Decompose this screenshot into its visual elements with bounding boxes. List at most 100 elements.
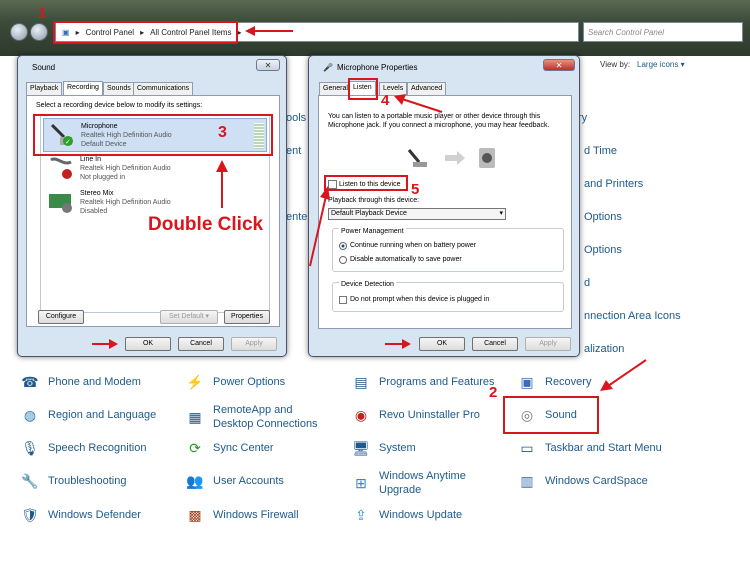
set-default-button[interactable]: Set Default ▾ — [160, 310, 218, 324]
cp-item-taskbar[interactable]: ▭ Taskbar and Start Menu — [517, 435, 661, 461]
cp-item-system[interactable]: 🖥 System — [351, 435, 416, 461]
configure-button[interactable]: Configure — [38, 310, 84, 324]
cp-item-anytime-upgrade[interactable]: ⊞ Windows Anytime Upgrade — [351, 468, 479, 498]
cp-item-recovery[interactable]: ▣ Recovery — [517, 369, 591, 395]
cp-item-remoteapp[interactable]: ▦ RemoteApp and Desktop Connections — [185, 402, 333, 432]
annotation-arrow-checkbox — [309, 186, 330, 267]
viewby-select[interactable]: Large icons ▾ — [637, 60, 685, 69]
side-fragment[interactable]: ent — [286, 145, 301, 157]
annotation-number-4: 4 — [381, 92, 390, 109]
update-icon: ⇪ — [355, 506, 367, 523]
listen-panel: You can listen to a portable music playe… — [318, 95, 572, 329]
back-button[interactable] — [10, 23, 28, 41]
close-button[interactable]: ✕ — [256, 59, 280, 71]
line-in-icon — [50, 157, 72, 179]
annotation-number-1: 1 — [38, 5, 47, 22]
tab-playback[interactable]: Playback — [26, 82, 63, 95]
playback-select[interactable]: Default Playback Device ▾ — [328, 208, 506, 220]
cp-item-windows-defender[interactable]: 🛡 Windows Defender — [20, 502, 141, 528]
forward-button[interactable] — [30, 23, 48, 41]
side-fragment[interactable]: Options — [584, 211, 622, 223]
cp-item-revo-uninstaller[interactable]: ◉ Revo Uninstaller Pro — [351, 402, 480, 428]
firewall-icon: ▩ — [188, 506, 202, 523]
taskbar-icon: ▭ — [520, 439, 534, 456]
annotation-arrow-mic-ok — [385, 339, 411, 349]
annotation-arrow-listen — [394, 94, 443, 113]
annotation-box-address — [53, 21, 238, 44]
windows-logo-icon: ⊞ — [355, 474, 367, 491]
cancel-button[interactable]: Cancel — [472, 337, 518, 351]
annotation-arrow-ok — [92, 339, 118, 349]
cp-item-user-accounts[interactable]: 👥 User Accounts — [185, 468, 284, 494]
tab-general[interactable]: General — [319, 82, 352, 95]
mic-dialog-title: 🎤 Microphone Properties — [323, 62, 418, 72]
tab-communications[interactable]: Communications — [133, 82, 194, 95]
close-button[interactable]: ✕ — [543, 59, 575, 71]
globe-icon: ◍ — [23, 406, 37, 423]
sound-dialog: Sound ✕ Playback Recording Sounds Commun… — [17, 55, 287, 357]
annotation-arrow-up — [216, 160, 228, 208]
mic-properties-dialog: 🎤 Microphone Properties ✕ General Listen … — [308, 55, 580, 357]
ok-button[interactable]: OK — [419, 337, 465, 351]
microphone-icon: 🎙 — [21, 439, 39, 456]
cp-item-phone-modem[interactable]: ☎ Phone and Modem — [20, 369, 141, 395]
annotation-double-click: Double Click — [148, 214, 264, 235]
ok-button[interactable]: OK — [125, 337, 171, 351]
side-fragment[interactable]: Options — [584, 244, 622, 256]
instruction-text: Select a recording device below to modif… — [36, 102, 203, 109]
side-fragment[interactable]: ools — [286, 112, 306, 124]
defender-icon: 🛡 — [21, 506, 39, 523]
cp-item-troubleshooting[interactable]: 🔧 Troubleshooting — [20, 468, 126, 494]
cp-item-sync-center[interactable]: ⟳ Sync Center — [185, 435, 273, 461]
cp-item-cardspace[interactable]: ▥ Windows CardSpace — [517, 468, 647, 494]
cancel-button[interactable]: Cancel — [178, 337, 224, 351]
power-radio-disable[interactable] — [339, 256, 347, 264]
cp-item-programs-features[interactable]: ▤ Programs and Features — [351, 369, 494, 395]
cardspace-icon: ▥ — [520, 472, 534, 489]
cp-item-power-options[interactable]: ⚡ Power Options — [185, 369, 285, 395]
annotation-box-sound — [503, 396, 599, 434]
listen-diagram-icon — [407, 148, 495, 168]
annotation-number-5: 5 — [411, 181, 420, 198]
side-fragment[interactable]: alization — [584, 343, 624, 355]
tab-recording[interactable]: Recording — [63, 81, 103, 95]
sync-icon: ⟳ — [189, 439, 201, 456]
users-icon: 👥 — [186, 472, 204, 489]
apply-button[interactable]: Apply — [231, 337, 277, 351]
cp-item-windows-update[interactable]: ⇪ Windows Update — [351, 502, 462, 528]
viewby-label: View by: — [600, 60, 631, 69]
annotation-number-2: 2 — [489, 384, 498, 401]
annotation-arrow-sound — [600, 359, 647, 391]
cp-item-windows-firewall[interactable]: ▩ Windows Firewall — [185, 502, 298, 528]
annotation-box-microphone — [33, 114, 273, 156]
annotation-arrow-address — [245, 26, 293, 36]
side-fragment[interactable]: and Printers — [584, 178, 643, 190]
cp-item-speech-recognition[interactable]: 🎙 Speech Recognition — [20, 435, 146, 461]
chevron-down-icon: ▾ — [499, 210, 503, 217]
side-fragment[interactable]: nnection Area Icons — [584, 310, 681, 322]
recovery-icon: ▣ — [520, 373, 534, 390]
revo-icon: ◉ — [354, 406, 368, 423]
device-line-in[interactable]: Line In Realtek High Definition Audio No… — [43, 154, 267, 186]
side-fragment[interactable]: d — [584, 277, 590, 289]
microphone-icon: 🎤 — [323, 62, 333, 72]
properties-button[interactable]: Properties — [224, 310, 270, 324]
device-detection-group: Device Detection Do not prompt when this… — [332, 281, 564, 312]
phone-icon: ☎ — [21, 373, 39, 390]
side-fragment[interactable]: ente — [286, 211, 307, 223]
annotation-box-listen-tab — [348, 78, 378, 100]
power-radio-continue[interactable] — [339, 242, 347, 250]
remoteapp-icon: ▦ — [188, 408, 202, 425]
power-icon: ⚡ — [186, 373, 204, 390]
sound-card-icon — [49, 194, 72, 213]
search-input[interactable]: Search Control Panel — [583, 22, 743, 42]
tab-sounds[interactable]: Sounds — [103, 82, 135, 95]
power-management-group: Power Management Continue running when o… — [332, 228, 564, 272]
sound-dialog-title: Sound — [32, 62, 56, 72]
listen-description: You can listen to a portable music playe… — [328, 113, 550, 129]
detect-checkbox[interactable] — [339, 296, 347, 304]
apply-button[interactable]: Apply — [525, 337, 571, 351]
side-fragment[interactable]: d Time — [584, 145, 617, 157]
cp-item-region-language[interactable]: ◍ Region and Language — [20, 402, 156, 428]
troubleshoot-icon: 🔧 — [21, 472, 39, 489]
